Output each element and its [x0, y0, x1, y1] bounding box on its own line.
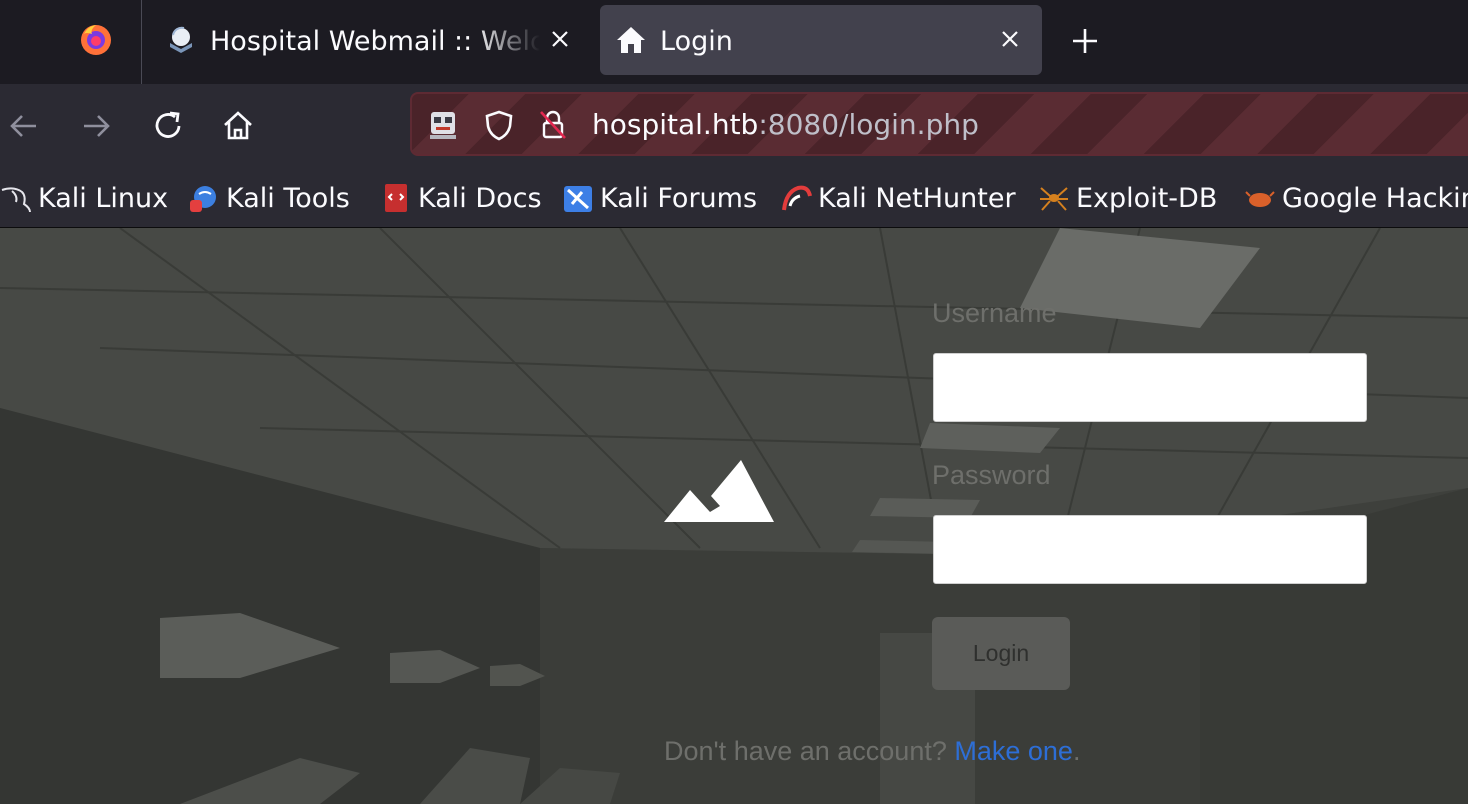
firefox-icon[interactable]: [78, 22, 114, 58]
bookmark-google-hacking[interactable]: Google Hackin: [1244, 178, 1468, 218]
url-text[interactable]: hospital.htb:8080/login.php: [592, 108, 979, 142]
signup-suffix: .: [1072, 736, 1081, 766]
password-input[interactable]: [933, 515, 1367, 584]
forward-arrow-icon[interactable]: [76, 106, 116, 146]
bookmark-kali-tools[interactable]: Kali Tools: [188, 178, 350, 218]
new-tab-icon[interactable]: [1068, 24, 1102, 58]
roundcube-icon: [170, 26, 192, 53]
shield-icon[interactable]: [482, 108, 516, 142]
google-hacking-icon: [1245, 191, 1275, 207]
bookmark-label: Kali Tools: [226, 182, 350, 214]
username-input[interactable]: [933, 353, 1367, 422]
tab-strip: Hospital Webmail :: Welcome Login: [0, 0, 1468, 84]
bookmark-label: Kali Forums: [600, 182, 758, 214]
kali-tools-icon: [190, 186, 216, 212]
tab-webmail[interactable]: Hospital Webmail :: Welcome: [150, 5, 590, 75]
login-button[interactable]: Login: [932, 617, 1070, 690]
kali-forums-icon: [564, 186, 592, 212]
kali-nethunter-icon: [782, 185, 812, 211]
kali-dragon-icon: [1, 187, 31, 213]
url-path: :8080/login.php: [758, 108, 979, 141]
password-label: Password: [932, 460, 1051, 490]
username-label: Username: [932, 298, 1057, 328]
home-icon: [617, 27, 645, 53]
bookmark-kali-nethunter[interactable]: Kali NetHunter: [780, 178, 1016, 218]
login-page: Username Password Login Don't have an ac…: [0, 228, 1468, 804]
bookmark-exploit-db[interactable]: Exploit-DB: [1038, 178, 1217, 218]
navigation-toolbar: hospital.htb:8080/login.php: [0, 84, 1468, 168]
tab-title: Login: [660, 26, 733, 57]
bookmark-kali-docs[interactable]: Kali Docs: [380, 178, 542, 218]
reload-icon[interactable]: [148, 106, 188, 146]
bookmark-label: Kali Linux: [38, 182, 169, 214]
close-tab-icon[interactable]: [548, 27, 572, 51]
bookmark-label: Exploit-DB: [1076, 182, 1218, 214]
signup-prompt-text: Don't have an account?: [664, 736, 955, 766]
home-icon[interactable]: [218, 106, 258, 146]
url-host: hospital.htb: [592, 108, 759, 141]
tab-title: Hospital Webmail :: Welcome: [210, 26, 540, 57]
exploit-db-icon: [1040, 187, 1068, 211]
bookmark-label: Kali Docs: [418, 182, 542, 214]
bookmark-label: Google Hackin: [1282, 182, 1468, 214]
signup-prompt: Don't have an account? Make one.: [664, 736, 1080, 767]
bookmarks-toolbar: Kali Linux Kali Tools Kali Docs Kali For…: [0, 168, 1468, 228]
kali-docs-icon: [385, 184, 407, 212]
bookmark-label: Kali NetHunter: [818, 182, 1016, 214]
insecure-lock-icon[interactable]: [536, 108, 570, 142]
tab-separator: [141, 0, 142, 84]
close-tab-icon[interactable]: [998, 27, 1022, 51]
bookmark-kali-linux[interactable]: Kali Linux: [0, 178, 168, 218]
tab-login[interactable]: Login: [600, 5, 1042, 75]
back-arrow-icon[interactable]: [4, 106, 44, 146]
robot-private-icon: [430, 112, 456, 139]
bookmark-kali-forums[interactable]: Kali Forums: [562, 178, 757, 218]
address-bar[interactable]: hospital.htb:8080/login.php: [410, 92, 1468, 156]
make-account-link[interactable]: Make one: [954, 736, 1073, 766]
mountain-logo-icon: [664, 460, 774, 522]
